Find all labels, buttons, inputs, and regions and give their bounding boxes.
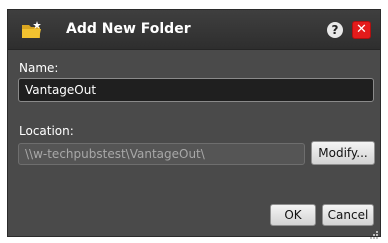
name-input[interactable]: VantageOut	[18, 78, 374, 102]
help-button[interactable]: ?	[327, 22, 343, 38]
resize-grip-icon[interactable]	[368, 224, 378, 239]
location-label: Location:	[19, 124, 74, 138]
dialog-title: Add New Folder	[66, 21, 191, 37]
modify-button[interactable]: Modify...	[311, 141, 375, 165]
cancel-button[interactable]: Cancel	[322, 204, 374, 226]
add-new-folder-dialog: Add New Folder ? ✕ Name: VantageOut Loca…	[7, 9, 381, 239]
new-folder-icon	[21, 21, 43, 39]
ok-button[interactable]: OK	[270, 204, 316, 226]
location-input: \\w-techpubstest\VantageOut\	[18, 143, 305, 165]
name-label: Name:	[19, 61, 59, 75]
close-button[interactable]: ✕	[352, 21, 371, 39]
dialog-titlebar[interactable]: Add New Folder ? ✕	[8, 10, 380, 50]
